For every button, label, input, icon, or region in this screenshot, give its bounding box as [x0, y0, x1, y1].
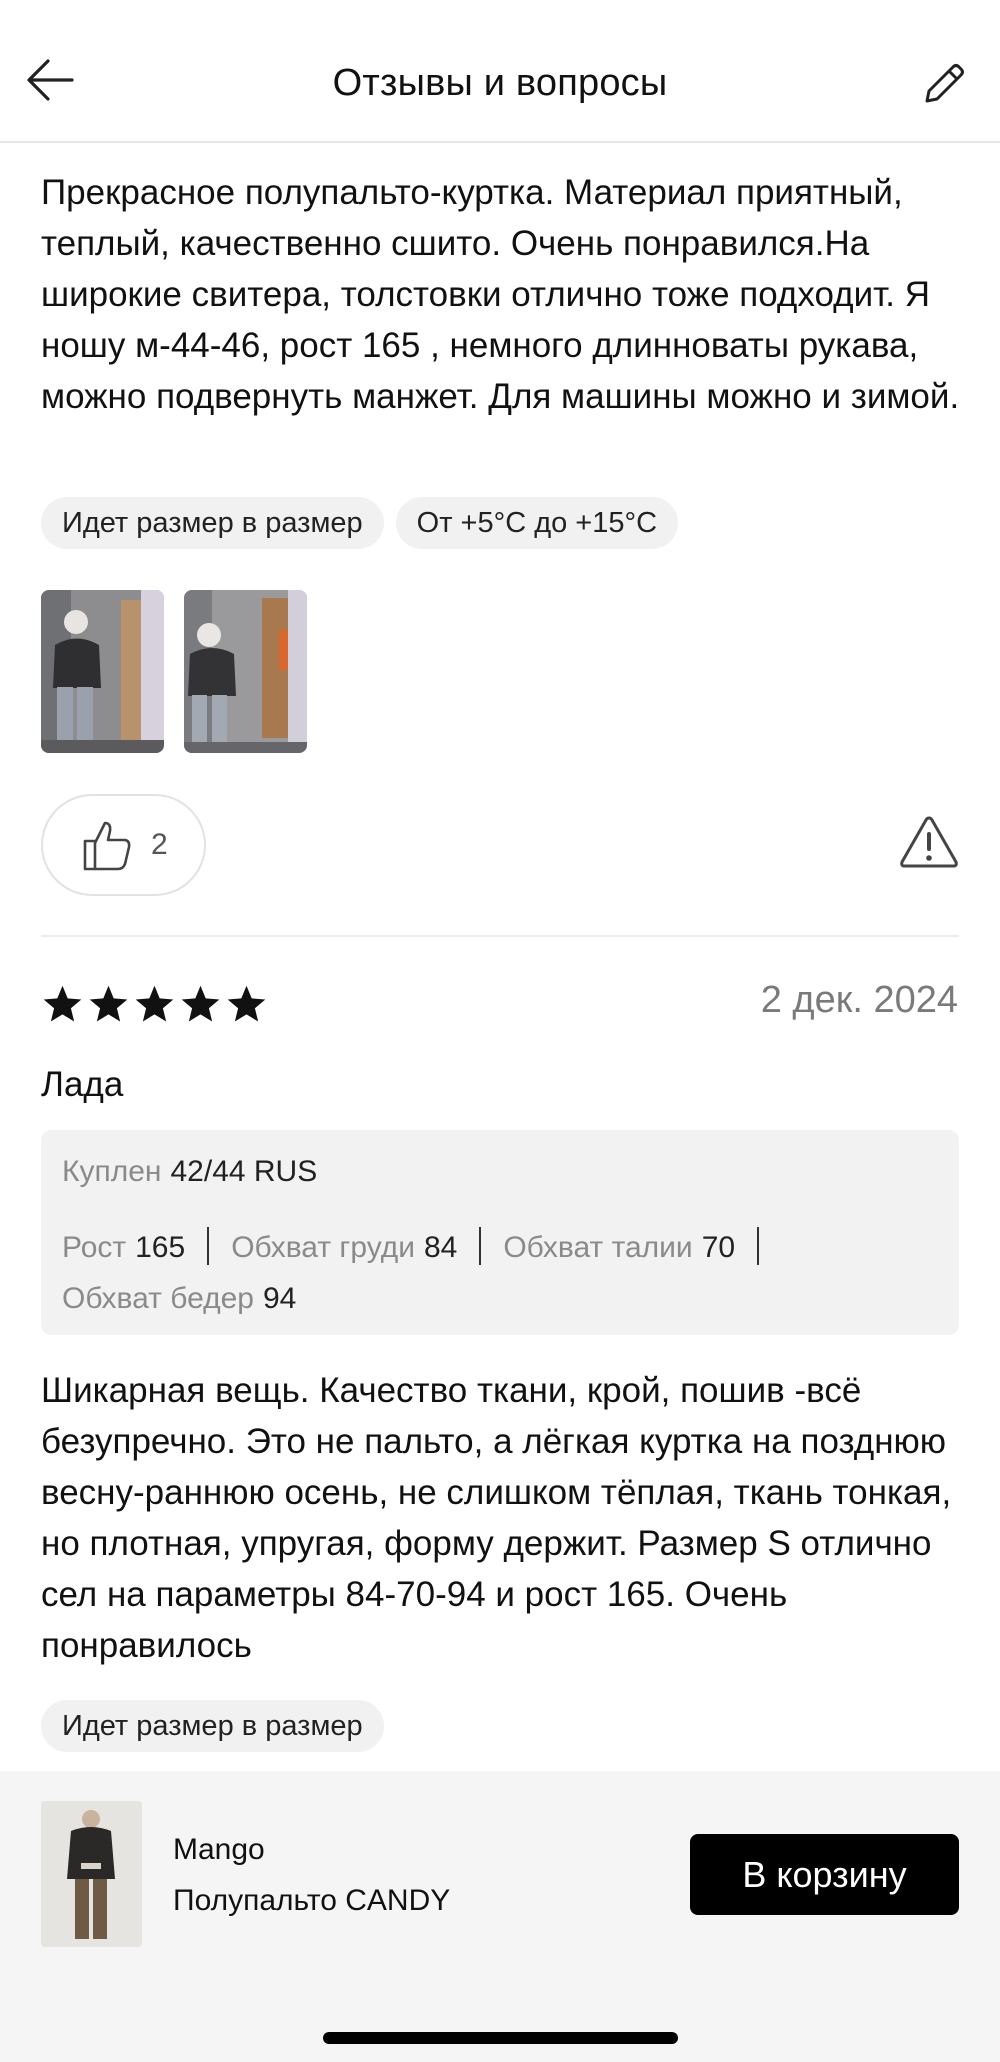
- param-waist: Обхват талии 70: [503, 1222, 735, 1273]
- param-label: Обхват бедер: [62, 1282, 254, 1315]
- review-text: Шикарная вещь. Качество ткани, крой, пош…: [41, 1371, 952, 1665]
- thumbs-up-icon: [83, 821, 131, 871]
- buyer-parameters: Куплен 42/44 RUS Рост 165 Обхват груди 84 Обх…: [41, 1130, 959, 1335]
- photo-thumbnail: [41, 590, 164, 753]
- param-height: Рост 165: [62, 1222, 185, 1273]
- photo-thumbnail: [184, 590, 307, 753]
- write-review-button[interactable]: [916, 56, 972, 112]
- param-value: 94: [262, 1282, 297, 1315]
- review-photos: [41, 590, 307, 753]
- product-image[interactable]: [41, 1801, 142, 1947]
- product-bar: Mango Полупальто CANDY В корзину: [0, 1771, 1000, 2062]
- like-count: 2: [151, 828, 168, 861]
- param-hips: Обхват бедер 94: [62, 1273, 296, 1324]
- star-icon: [135, 985, 174, 1022]
- param-label: Рост: [62, 1231, 127, 1264]
- warning-icon: [900, 816, 958, 868]
- star-icon: [227, 985, 266, 1022]
- param-value: 165: [135, 1231, 186, 1264]
- home-indicator[interactable]: [323, 2032, 678, 2044]
- param-chest: Обхват груди 84: [231, 1222, 457, 1273]
- product-name: Полупальто CANDY: [173, 1884, 451, 1917]
- review-tag: От +5°C до +15°C: [395, 497, 679, 549]
- reviews-list[interactable]: Прекрасное полупальто-куртка. Материал п…: [0, 145, 1000, 1770]
- pencil-icon: [925, 64, 964, 103]
- param-separator: [479, 1227, 482, 1266]
- review-author: Лада: [41, 1065, 124, 1104]
- body-measurements: Рост 165 Обхват груди 84 Обхват талии 70 Обхва…: [62, 1222, 938, 1324]
- review-tags: Идет размер в размер: [41, 1700, 384, 1752]
- param-value: 70: [701, 1231, 736, 1264]
- product-brand: Mango: [173, 1833, 265, 1866]
- star-icon: [181, 985, 220, 1022]
- top-app-bar: Отзывы и вопросы: [0, 0, 1000, 143]
- star-icon: [43, 985, 82, 1022]
- purchased-label: Куплен: [62, 1155, 162, 1188]
- review-tag: Идет размер в размер: [41, 1700, 384, 1752]
- like-button[interactable]: 2: [41, 794, 206, 896]
- review-divider: [41, 935, 959, 937]
- param-value: 84: [423, 1231, 458, 1264]
- star-icon: [89, 985, 128, 1022]
- review-tag: Идет размер в размер: [41, 497, 384, 549]
- param-label: Обхват груди: [231, 1231, 415, 1264]
- report-button[interactable]: [898, 814, 960, 870]
- review-photo[interactable]: [184, 590, 307, 753]
- page-title: Отзывы и вопросы: [332, 62, 668, 104]
- star-rating: [41, 983, 268, 1026]
- param-label: Обхват талии: [503, 1231, 693, 1264]
- review-date: 2 дек. 2024: [760, 979, 958, 1021]
- purchased-value: 42/44 RUS: [170, 1155, 318, 1188]
- param-separator: [207, 1227, 210, 1266]
- review-text: Прекрасное полупальто-куртка. Материал п…: [41, 173, 960, 416]
- add-to-cart-button[interactable]: В корзину: [690, 1834, 959, 1915]
- param-separator: [757, 1227, 760, 1266]
- product-photo: [41, 1801, 142, 1947]
- purchased-size: Куплен 42/44 RUS: [62, 1152, 938, 1192]
- review-tags: Идет размер в размер От +5°C до +15°C: [41, 497, 679, 549]
- review-photo[interactable]: [41, 590, 164, 753]
